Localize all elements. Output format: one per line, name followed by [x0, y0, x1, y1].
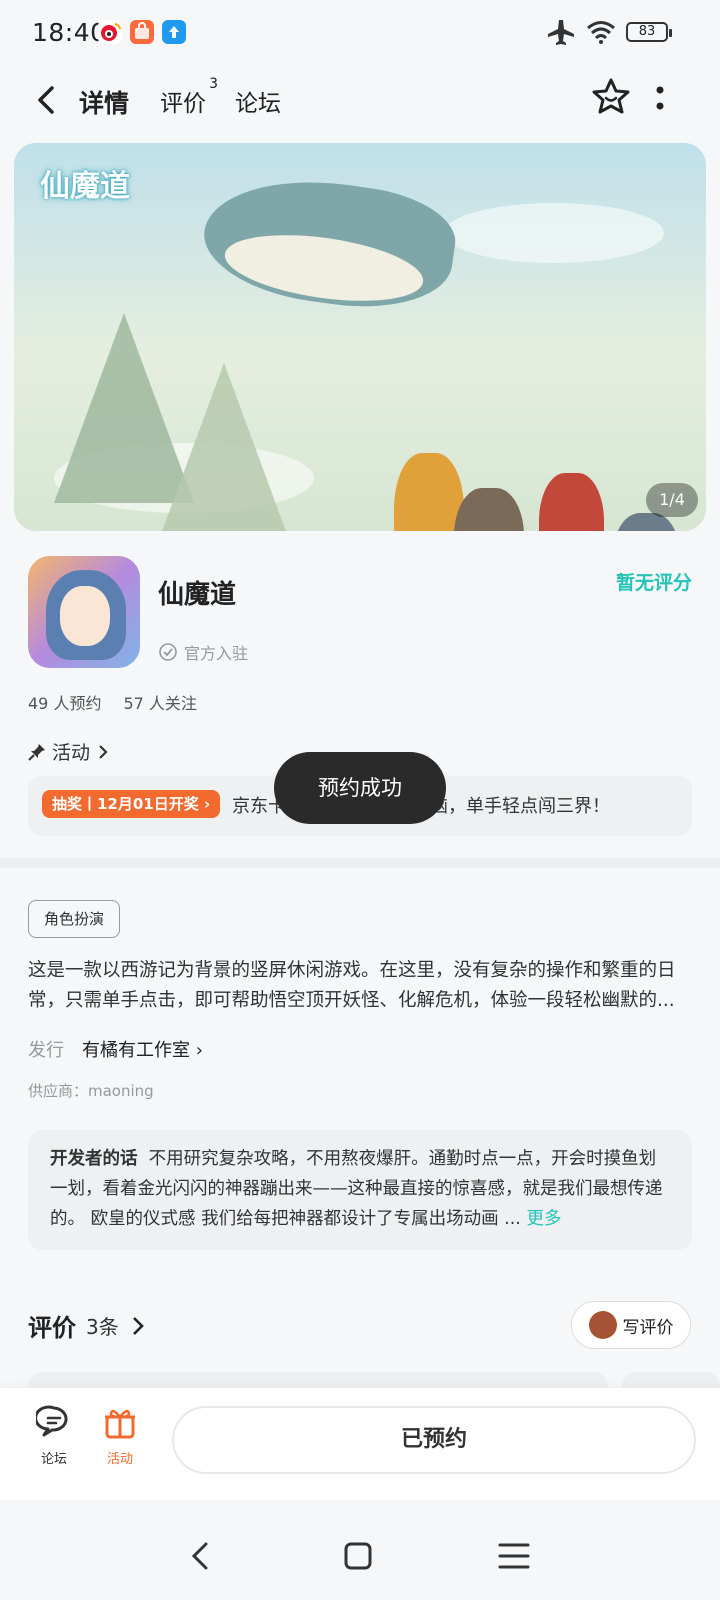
- verified-check-icon: [159, 643, 177, 661]
- menu-icon: [498, 1543, 530, 1569]
- chat-bubble-icon: [34, 1405, 68, 1437]
- lottery-badge: 抽奖丨12月01日开奖 ›: [42, 790, 221, 818]
- tab-forum[interactable]: 论坛: [235, 84, 281, 118]
- back-icon: [191, 1542, 208, 1570]
- rating-score: 暂无评分: [615, 572, 692, 594]
- reserved-button[interactable]: 已预约: [172, 1406, 696, 1474]
- app-name: 仙魔道: [158, 580, 237, 610]
- upload-notification-icon: [162, 20, 186, 44]
- activity-shortcut-label: 活动: [106, 1452, 133, 1467]
- clock: 18:40: [32, 18, 107, 47]
- game-description[interactable]: 这是一款以西游记为背景的竖屏休闲游戏。在这里，没有复杂的操作和繁重的日常，只需单…: [28, 956, 688, 1016]
- app-icon-face: [60, 586, 110, 646]
- chevron-right-icon: [132, 1316, 144, 1335]
- banner-character: [394, 453, 464, 531]
- favorite-button[interactable]: [590, 76, 632, 118]
- system-menu-button[interactable]: [494, 1536, 534, 1576]
- status-bar: 18:40 83: [0, 0, 720, 66]
- app-icon: [28, 556, 140, 668]
- chevron-left-icon: [38, 86, 54, 114]
- supplier-info: 供应商：maoning: [28, 1082, 154, 1100]
- developer-note: 开发者的话 不用研究复杂攻略，不用熬夜爆肝。通勤时点一点，开会时摸鱼划一划，看着…: [50, 1144, 670, 1234]
- activity-shortcut[interactable]: 活动: [90, 1404, 150, 1467]
- official-badge: 官方入驻: [158, 640, 248, 664]
- pin-icon: [28, 743, 45, 761]
- reservation-success-toast: 预约成功: [274, 752, 446, 824]
- reviews-count: 3条: [86, 1315, 119, 1339]
- tab-reviews[interactable]: 评价 3: [160, 76, 218, 118]
- activity-section-header[interactable]: 活动: [28, 738, 110, 765]
- app-stats: 49 人预约 57 人关注: [28, 690, 197, 714]
- app-detail-page: 18:40 83 详情 评价 3 论坛 仙魔道 1/4 仙魔道 官方入驻 暂无评…: [0, 0, 720, 1600]
- developer-note-title: 开发者的话: [50, 1149, 138, 1169]
- reservation-count: 49 人预约: [28, 694, 102, 713]
- system-navigation-bar: [0, 1500, 720, 1600]
- publisher-label: 发行: [28, 1040, 64, 1061]
- chevron-right-icon: [99, 744, 108, 759]
- read-more-link[interactable]: 更多: [526, 1209, 561, 1229]
- tab-details-label: 详情: [79, 89, 130, 118]
- weibo-notification-icon: [98, 20, 122, 44]
- more-options-button[interactable]: [652, 80, 668, 116]
- system-home-button[interactable]: [338, 1536, 378, 1576]
- developer-note-text: 不用研究复杂攻略，不用熬夜爆肝。通勤时点一点，开会时摸鱼划一划，看着金光闪闪的神…: [50, 1149, 663, 1229]
- wifi-icon: [587, 21, 615, 44]
- developer-note-card[interactable]: 开发者的话 不用研究复杂攻略，不用熬夜爆肝。通勤时点一点，开会时摸鱼划一划，看着…: [28, 1130, 692, 1250]
- follower-count: 57 人关注: [123, 694, 197, 713]
- write-review-button[interactable]: 写评价: [571, 1301, 691, 1349]
- forum-shortcut-label: 论坛: [40, 1452, 67, 1467]
- reviews-section-header[interactable]: 评价 3条: [28, 1308, 147, 1343]
- section-divider: [0, 858, 720, 868]
- system-back-button[interactable]: [182, 1536, 222, 1576]
- official-label: 官方入驻: [184, 644, 249, 663]
- publisher-row[interactable]: 发行 有橘有工作室 ›: [28, 1036, 203, 1062]
- game-logo: 仙魔道: [40, 169, 130, 204]
- publisher-name: 有橘有工作室 ›: [82, 1040, 203, 1061]
- battery-indicator: 83: [626, 22, 672, 42]
- write-review-label: 写评价: [622, 1317, 674, 1338]
- activity-section-title: 活动: [52, 742, 91, 764]
- airplane-mode-icon: [548, 20, 574, 45]
- carousel-page-indicator: 1/4: [646, 483, 698, 517]
- genre-tag[interactable]: 角色扮演: [28, 900, 120, 938]
- home-icon: [344, 1542, 372, 1570]
- tab-details[interactable]: 详情: [75, 84, 134, 122]
- banner-cloud: [444, 203, 664, 263]
- banner-mountain: [154, 363, 294, 531]
- tab-reviews-label: 评价: [160, 91, 206, 117]
- back-button[interactable]: [30, 82, 66, 118]
- forum-shortcut[interactable]: 论坛: [24, 1404, 84, 1467]
- tab-reviews-count: 3: [209, 76, 218, 92]
- user-avatar: [588, 1311, 617, 1339]
- more-vertical-icon: [656, 86, 664, 110]
- bottom-action-bar: 论坛 活动 已预约: [0, 1388, 720, 1500]
- reviews-title: 评价: [28, 1314, 76, 1342]
- star-icon: [592, 78, 630, 114]
- banner-character: [454, 488, 524, 531]
- gift-icon: [105, 1409, 135, 1439]
- shop-notification-icon: [130, 20, 154, 44]
- tab-forum-label: 论坛: [235, 91, 281, 117]
- top-nav-bar: 详情 评价 3 论坛: [0, 66, 720, 140]
- screenshot-carousel[interactable]: 仙魔道 1/4: [14, 143, 706, 531]
- banner-character: [539, 473, 604, 531]
- system-status-icons: 83: [546, 18, 672, 46]
